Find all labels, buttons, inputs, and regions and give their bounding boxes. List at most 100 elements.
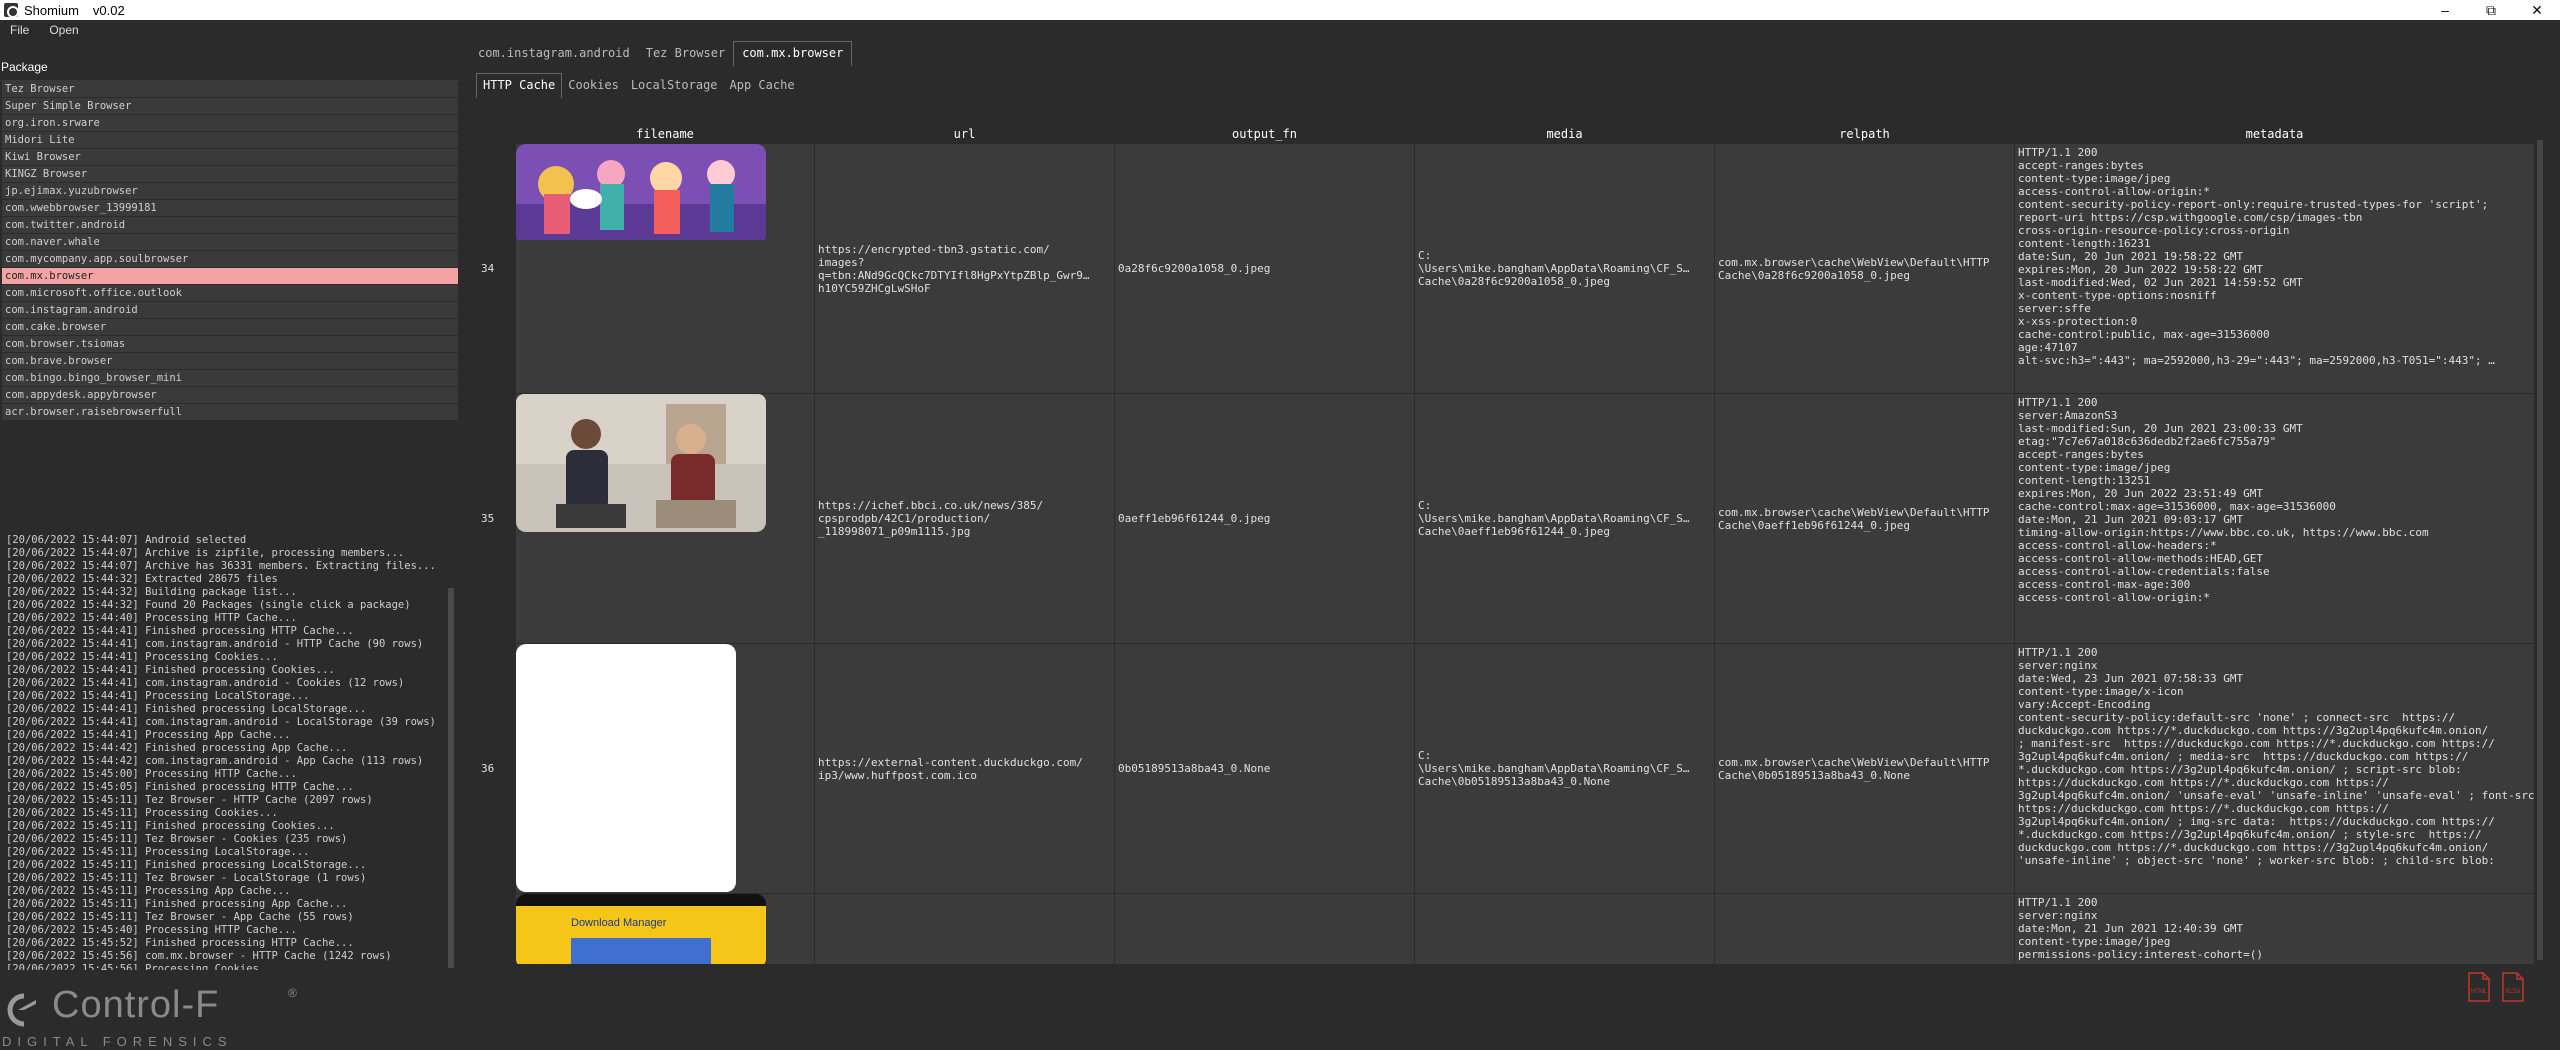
- tab-localstorage[interactable]: LocalStorage: [625, 74, 724, 98]
- output-fn-cell[interactable]: 0a28f6c9200a1058_0.jpeg: [1115, 144, 1415, 393]
- relpath-cell-text: com.mx.browser\cache\WebView\Default\HTT…: [1718, 755, 1990, 782]
- media-cell[interactable]: C: \Users\mike.bangham\AppData\Roaming\C…: [1415, 144, 1715, 393]
- metadata-text: HTTP/1.1 200 server:nginx date:Wed, 23 J…: [2018, 646, 2535, 867]
- table-header: filename url output_fn media relpath met…: [478, 126, 2544, 142]
- package-header: Package: [1, 60, 48, 74]
- column-header-output-fn[interactable]: output_fn: [1115, 126, 1415, 142]
- package-list-item[interactable]: Super Simple Browser: [2, 98, 458, 115]
- log-line: [20/06/2022 15:44:41] com.instagram.andr…: [6, 716, 436, 728]
- package-list-item[interactable]: com.instagram.android: [2, 302, 458, 319]
- column-header-filename[interactable]: filename: [516, 126, 815, 142]
- html-export-label: HTML: [2471, 989, 2488, 995]
- menu-open[interactable]: Open: [39, 23, 88, 37]
- media-cell[interactable]: [1415, 894, 1715, 964]
- log-line: [20/06/2022 15:44:41] Finished processin…: [6, 664, 335, 676]
- package-list-item[interactable]: jp.ejimax.yuzubrowser: [2, 183, 458, 200]
- column-header-relpath[interactable]: relpath: [1715, 126, 2015, 142]
- package-list-item[interactable]: com.wwebbrowser_13999181: [2, 200, 458, 217]
- tab-instagram[interactable]: com.instagram.android: [470, 42, 638, 66]
- log-line: [20/06/2022 15:45:11] Tez Browser - Loca…: [6, 872, 367, 884]
- relpath-cell[interactable]: [1715, 894, 2015, 964]
- log-line: [20/06/2022 15:45:11] Processing App Cac…: [6, 885, 291, 897]
- output-fn-cell-text: 0b05189513a8ba43_0.None: [1118, 762, 1271, 775]
- thumbnail[interactable]: [516, 644, 736, 893]
- log-line: [20/06/2022 15:44:07] Android selected: [6, 534, 247, 546]
- tab-tez-browser[interactable]: Tez Browser: [638, 42, 733, 66]
- app-icon: [4, 3, 19, 18]
- url-cell[interactable]: https://external-content.duckduckgo.com/…: [815, 644, 1115, 893]
- filename-cell[interactable]: [516, 144, 815, 393]
- log-line: [20/06/2022 15:44:41] com.instagram.andr…: [6, 677, 405, 689]
- table-row[interactable]: Download Manager HTTP/1.1 200 server:ngin…: [478, 894, 2544, 964]
- output-fn-cell[interactable]: 0aeff1eb96f61244_0.jpeg: [1115, 394, 1415, 643]
- package-list-item[interactable]: org.iron.srware: [2, 115, 458, 132]
- metadata-cell[interactable]: HTTP/1.1 200 accept-ranges:bytes content…: [2015, 144, 2535, 393]
- thumbnail-image: [516, 644, 736, 892]
- thumbnail[interactable]: [516, 144, 766, 243]
- filename-cell[interactable]: Download Manager: [516, 894, 815, 964]
- log-line: [20/06/2022 15:45:11] Finished processin…: [6, 859, 367, 871]
- package-list-item[interactable]: com.naver.whale: [2, 234, 458, 251]
- package-list-item[interactable]: Kiwi Browser: [2, 149, 458, 166]
- package-list-item[interactable]: com.mycompany.app.soulbrowser: [2, 251, 458, 268]
- metadata-cell[interactable]: HTTP/1.1 200 server:AmazonS3 last-modifi…: [2015, 394, 2535, 643]
- app-version: v0.02: [92, 2, 125, 18]
- package-list-item[interactable]: com.brave.browser: [2, 353, 458, 370]
- media-cell[interactable]: C: \Users\mike.bangham\AppData\Roaming\C…: [1415, 644, 1715, 893]
- log-line: [20/06/2022 15:45:52] Finished processin…: [6, 937, 354, 949]
- thumbnail[interactable]: [516, 394, 766, 535]
- log-line: [20/06/2022 15:44:42] com.instagram.andr…: [6, 755, 424, 767]
- output-fn-cell[interactable]: [1115, 894, 1415, 964]
- relpath-cell[interactable]: com.mx.browser\cache\WebView\Default\HTT…: [1715, 644, 2015, 893]
- package-list-item[interactable]: com.browser.tsiomas: [2, 336, 458, 353]
- thumbnail[interactable]: Download Manager: [516, 894, 766, 964]
- maximize-button[interactable]: ⧉: [2468, 0, 2514, 20]
- log-line: [20/06/2022 15:44:41] Finished processin…: [6, 625, 354, 637]
- minimize-button[interactable]: –: [2422, 0, 2468, 20]
- output-fn-cell-text: 0aeff1eb96f61244_0.jpeg: [1118, 512, 1271, 525]
- tab-http-cache[interactable]: HTTP Cache: [476, 73, 563, 98]
- output-fn-cell[interactable]: 0b05189513a8ba43_0.None: [1115, 644, 1415, 893]
- log-line: [20/06/2022 15:44:41] Finished processin…: [6, 703, 367, 715]
- menu-bar: File Open: [0, 20, 2560, 40]
- relpath-cell[interactable]: com.mx.browser\cache\WebView\Default\HTT…: [1715, 144, 2015, 393]
- metadata-cell[interactable]: HTTP/1.1 200 server:nginx date:Mon, 21 J…: [2015, 894, 2535, 964]
- thumbnail-image: [516, 144, 766, 240]
- html-export-icon[interactable]: HTML: [2466, 972, 2492, 1002]
- menu-file[interactable]: File: [0, 23, 39, 37]
- metadata-cell[interactable]: HTTP/1.1 200 server:nginx date:Wed, 23 J…: [2015, 644, 2535, 893]
- table-row[interactable]: 34 https://encrypted-tbn3.gstatic.com/ im…: [478, 144, 2544, 394]
- close-button[interactable]: ✕: [2514, 0, 2560, 20]
- package-list-item[interactable]: com.twitter.android: [2, 217, 458, 234]
- package-list-item[interactable]: com.appydesk.appybrowser: [2, 387, 458, 404]
- package-list-item[interactable]: Midori Lite: [2, 132, 458, 149]
- tab-mx-browser[interactable]: com.mx.browser: [733, 41, 853, 66]
- url-cell[interactable]: [815, 894, 1115, 964]
- log-line: [20/06/2022 15:44:32] Found 20 Packages …: [6, 599, 411, 611]
- package-list-item[interactable]: com.bingo.bingo_browser_mini: [2, 370, 458, 387]
- package-list-item[interactable]: KINGZ Browser: [2, 166, 458, 183]
- log-line: [20/06/2022 15:45:11] Tez Browser - App …: [6, 911, 354, 923]
- package-list-item[interactable]: Tez Browser: [2, 81, 458, 98]
- table-row[interactable]: 36 https://external-content.duckduckgo.co…: [478, 644, 2544, 894]
- xlsx-export-icon[interactable]: XLSX: [2500, 972, 2526, 1002]
- log-scrollbar[interactable]: [447, 534, 455, 970]
- table-scrollbar[interactable]: [2536, 140, 2544, 964]
- filename-cell[interactable]: [516, 394, 815, 643]
- package-list-item[interactable]: acr.browser.raisebrowserfull: [2, 404, 458, 421]
- package-list-item[interactable]: com.cake.browser: [2, 319, 458, 336]
- table-row[interactable]: 35 https://ichef.bbci.co.uk/news/385/ cps…: [478, 394, 2544, 644]
- column-header-metadata[interactable]: metadata: [2015, 126, 2535, 142]
- tab-cookies[interactable]: Cookies: [562, 74, 625, 98]
- filename-cell[interactable]: [516, 644, 815, 893]
- column-header-media[interactable]: media: [1415, 126, 1715, 142]
- package-list-item[interactable]: com.mx.browser: [2, 268, 458, 285]
- row-number: [478, 894, 516, 964]
- relpath-cell[interactable]: com.mx.browser\cache\WebView\Default\HTT…: [1715, 394, 2015, 643]
- package-list-item[interactable]: com.microsoft.office.outlook: [2, 285, 458, 302]
- url-cell[interactable]: https://encrypted-tbn3.gstatic.com/ imag…: [815, 144, 1115, 393]
- media-cell[interactable]: C: \Users\mike.bangham\AppData\Roaming\C…: [1415, 394, 1715, 643]
- tab-app-cache[interactable]: App Cache: [724, 74, 801, 98]
- url-cell[interactable]: https://ichef.bbci.co.uk/news/385/ cpspr…: [815, 394, 1115, 643]
- column-header-url[interactable]: url: [815, 126, 1115, 142]
